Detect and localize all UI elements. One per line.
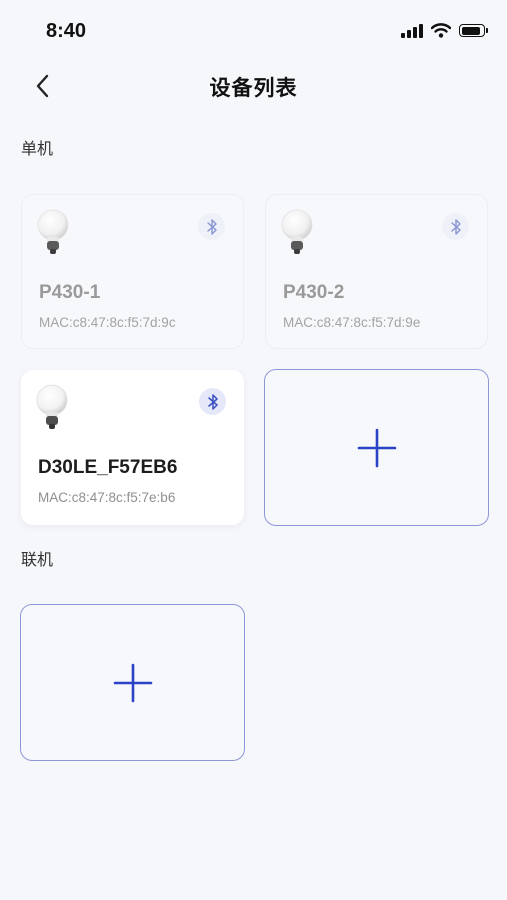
section-label-standalone: 单机 <box>21 139 54 158</box>
device-list-screen: 8:40 设备列表 单机 P430-1 MAC:c8:47:8c:f5:7d:9… <box>0 0 507 900</box>
bluetooth-icon <box>442 213 469 240</box>
device-name: P430-1 <box>39 282 101 303</box>
lightbulb-icon <box>37 209 69 254</box>
plus-icon <box>113 663 152 702</box>
battery-fill <box>461 26 481 35</box>
lightbulb-icon <box>36 384 68 429</box>
status-time: 8:40 <box>46 20 87 42</box>
add-standalone-device-button[interactable] <box>264 369 489 526</box>
device-name: P430-2 <box>283 282 345 303</box>
bluetooth-icon <box>198 213 225 240</box>
status-icons <box>401 23 488 38</box>
plus-icon <box>357 428 396 467</box>
signal-icon <box>401 23 423 38</box>
lightbulb-icon <box>281 209 313 254</box>
device-name: D30LE_F57EB6 <box>38 457 178 478</box>
device-mac: MAC:c8:47:8c:f5:7d:9c <box>39 315 176 330</box>
device-card-p430-1[interactable]: P430-1 MAC:c8:47:8c:f5:7d:9c <box>21 194 244 349</box>
device-card-p430-2[interactable]: P430-2 MAC:c8:47:8c:f5:7d:9e <box>265 194 488 349</box>
device-mac: MAC:c8:47:8c:f5:7d:9e <box>283 315 421 330</box>
battery-icon <box>459 24 488 37</box>
device-card-d30le[interactable]: D30LE_F57EB6 MAC:c8:47:8c:f5:7e:b6 <box>21 370 244 525</box>
wifi-icon <box>431 23 451 38</box>
add-networked-device-button[interactable] <box>20 604 245 761</box>
device-mac: MAC:c8:47:8c:f5:7e:b6 <box>38 490 176 505</box>
page-title: 设备列表 <box>209 76 298 100</box>
bluetooth-icon <box>199 388 226 415</box>
status-bar: 8:40 <box>0 0 507 60</box>
section-label-networked: 联机 <box>21 550 54 569</box>
